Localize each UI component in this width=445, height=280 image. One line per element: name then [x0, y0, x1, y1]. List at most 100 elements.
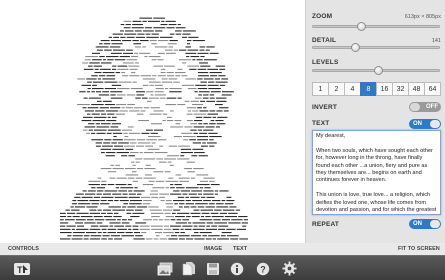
text-art-glyph-run — [115, 184, 127, 186]
photos-icon[interactable] — [156, 260, 174, 277]
repeat-toggle[interactable]: ON — [409, 219, 441, 229]
level-option-16[interactable]: 16 — [376, 82, 392, 96]
text-art-glyph-run — [170, 184, 174, 186]
text-art-glyph-run — [214, 78, 221, 80]
text-art-glyph-run — [154, 129, 163, 131]
text-art-glyph-run — [110, 97, 123, 99]
text-art-glyph-run — [67, 212, 76, 214]
text-art-glyph-run — [106, 56, 119, 58]
text-art-glyph-run — [149, 209, 162, 211]
text-art-glyph-run — [199, 110, 209, 112]
text-art-glyph-run — [145, 238, 153, 240]
text-art-glyph-run — [155, 232, 162, 234]
level-option-64[interactable]: 64 — [424, 82, 441, 96]
text-art-glyph-run — [180, 155, 185, 157]
text-art-glyph-run — [126, 36, 135, 38]
text-art-glyph-run — [179, 59, 192, 61]
invert-toggle[interactable]: OFF — [409, 102, 441, 112]
text-art-glyph-run — [134, 52, 138, 54]
text-art-glyph-run — [101, 180, 107, 182]
text-art-glyph-run — [194, 152, 205, 154]
text-art-glyph-run — [103, 43, 111, 45]
text-art-glyph-run — [148, 136, 161, 138]
text-art-glyph-run — [60, 238, 71, 240]
text-art-glyph-run — [175, 33, 182, 35]
text-art-glyph-run — [190, 206, 197, 208]
text-input-area[interactable]: My dearest, When two souls, which have s… — [312, 130, 441, 215]
text-art-glyph-run — [88, 184, 100, 186]
text-art-glyph-run — [114, 200, 119, 202]
text-art-glyph-run — [207, 68, 218, 70]
text-art-glyph-run — [102, 235, 110, 237]
text-art-glyph-run — [228, 212, 238, 214]
text-art-glyph-run — [81, 196, 93, 198]
text-portrait-image — [60, 17, 248, 240]
zoom-slider[interactable] — [312, 22, 440, 31]
controls-tab[interactable]: CONTROLS — [8, 246, 39, 252]
text-art-glyph-run — [173, 49, 178, 51]
text-art-glyph-run — [166, 27, 175, 29]
level-option-32[interactable]: 32 — [392, 82, 408, 96]
zoom-slider-knob[interactable] — [357, 22, 366, 31]
text-art-glyph-run — [141, 196, 151, 198]
text-art-glyph-run — [87, 190, 96, 192]
text-art-glyph-run — [112, 33, 123, 35]
text-art-glyph-run — [217, 238, 229, 240]
gear-icon[interactable] — [280, 260, 298, 277]
copy-icon[interactable] — [180, 260, 198, 277]
text-art-glyph-run — [125, 107, 133, 109]
text-portrait-canvas[interactable] — [0, 0, 305, 243]
text-art-glyph-run — [148, 20, 160, 22]
text-art-glyph-run — [153, 219, 158, 221]
text-toggle[interactable]: ON — [409, 119, 441, 129]
help-icon[interactable]: ? — [254, 260, 272, 277]
text-art-glyph-run — [93, 65, 102, 67]
text-art-glyph-run — [175, 72, 186, 74]
text-art-glyph-run — [132, 212, 145, 214]
text-art-glyph-run — [88, 97, 101, 99]
text-art-glyph-run — [203, 107, 207, 109]
fit-to-screen-button[interactable]: FIT TO SCREEN — [398, 246, 440, 252]
text-art-glyph-run — [205, 228, 217, 230]
text-art-glyph-run — [191, 190, 203, 192]
text-art-glyph-run — [83, 129, 88, 131]
text-art-glyph-run — [125, 174, 139, 176]
text-art-glyph-run — [203, 94, 209, 96]
text-tab[interactable]: TEXT — [233, 246, 247, 252]
text-art-glyph-run — [96, 126, 110, 128]
text-art-glyph-run — [97, 209, 102, 211]
level-option-2[interactable]: 2 — [328, 82, 344, 96]
text-art-glyph-run — [190, 196, 200, 198]
image-tab[interactable]: IMAGE — [204, 246, 222, 252]
text-art-glyph-run — [194, 91, 198, 93]
text-art-glyph-run — [107, 129, 121, 131]
text-art-glyph-run — [187, 65, 199, 67]
text-art-glyph-run — [149, 40, 157, 42]
text-art-glyph-run — [166, 97, 177, 99]
text-art-glyph-run — [87, 219, 94, 221]
text-art-glyph-run — [92, 88, 104, 90]
text-toggle-state: ON — [413, 121, 422, 127]
app-logo-icon[interactable]: T — [12, 260, 32, 277]
level-option-48[interactable]: 48 — [408, 82, 424, 96]
level-option-8[interactable]: 8 — [360, 82, 376, 96]
text-art-glyph-run — [204, 59, 217, 61]
info-icon[interactable] — [228, 260, 246, 277]
text-art-glyph-run — [104, 81, 118, 83]
text-art-glyph-run — [146, 129, 153, 131]
text-art-glyph-run — [185, 52, 197, 54]
text-art-glyph-run — [102, 145, 113, 147]
save-icon[interactable] — [204, 260, 222, 277]
text-art-glyph-run — [75, 206, 86, 208]
detail-slider[interactable] — [312, 43, 440, 52]
levels-slider-knob[interactable] — [374, 66, 383, 75]
text-art-glyph-run — [130, 200, 142, 202]
level-option-4[interactable]: 4 — [344, 82, 360, 96]
levels-slider[interactable] — [312, 66, 440, 75]
app-window: ZOOM 613px × 805px DETAIL 141 LEVELS 124… — [0, 0, 445, 280]
text-art-glyph-run — [184, 206, 190, 208]
detail-slider-knob[interactable] — [351, 43, 360, 52]
level-option-1[interactable]: 1 — [312, 82, 328, 96]
text-art-glyph-run — [110, 52, 122, 54]
text-art-glyph-run — [92, 84, 97, 86]
